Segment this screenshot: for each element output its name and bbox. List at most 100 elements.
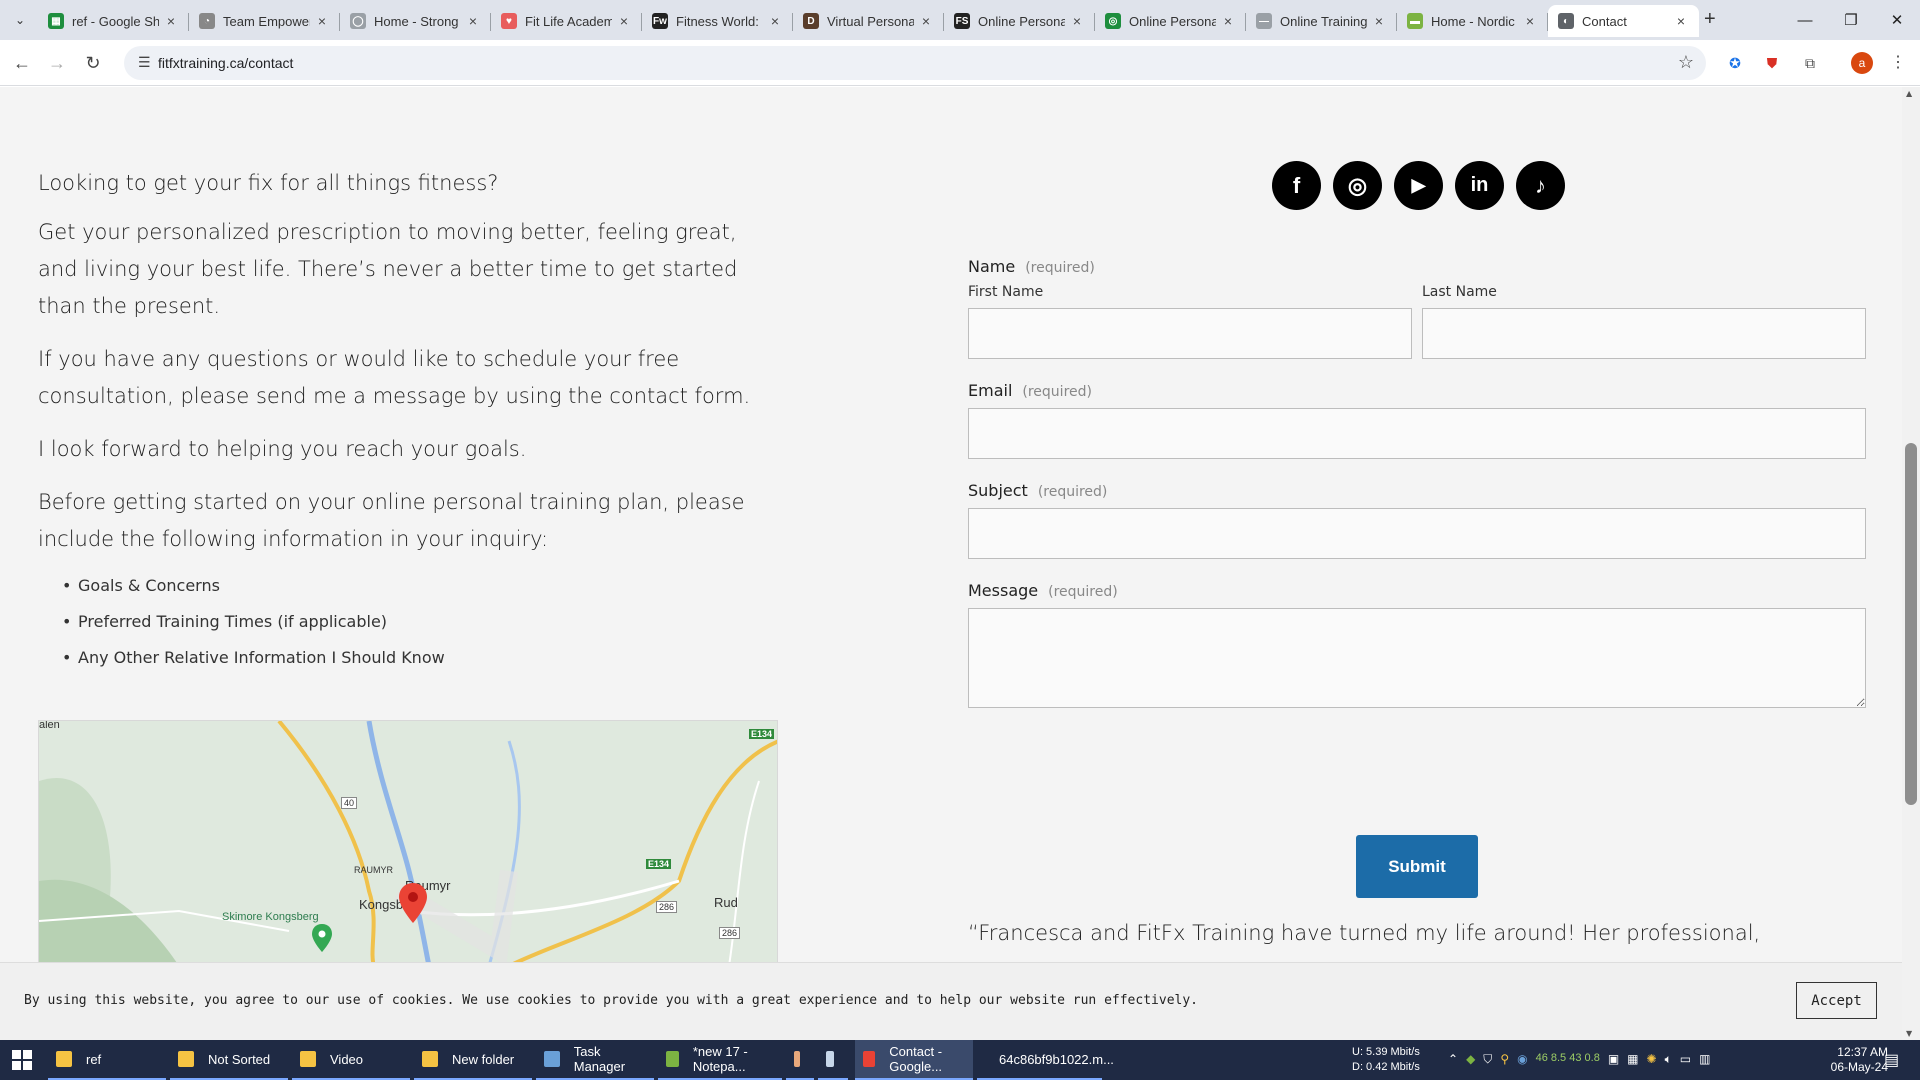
back-arrow-icon[interactable]: ← (9, 50, 35, 76)
browser-tab[interactable]: ▬ Home - Nordic × (1397, 5, 1548, 37)
tab-close-icon[interactable]: × (1673, 13, 1689, 29)
tab-close-icon[interactable]: × (1522, 13, 1538, 29)
facebook-icon[interactable]: f (1272, 161, 1321, 210)
chevron-up-icon[interactable]: ⌃ (1448, 1052, 1458, 1067)
page-scrollbar[interactable]: ▲ ▼ (1902, 87, 1920, 1040)
intro-column: Looking to get your fix for all things f… (38, 165, 778, 682)
email-label: Email (required) (968, 381, 1866, 400)
browser-tab[interactable]: — Online Training × (1246, 5, 1397, 37)
browser-toolbar: ← → ↻ ☰ fitfxtraining.ca/contact ☆ ✪ ⛊ ⧉… (0, 40, 1920, 86)
message-label-text: Message (968, 581, 1039, 600)
battery-icon[interactable]: ▭ (1680, 1052, 1691, 1067)
scroll-up-icon[interactable]: ▲ (1906, 89, 1912, 98)
map-label: Skimore Kongsberg (222, 911, 319, 923)
scroll-down-icon[interactable]: ▼ (1906, 1029, 1912, 1038)
tray-search-icon[interactable]: ⚲ (1500, 1052, 1509, 1067)
taskbar-item[interactable]: Contact - Google... (855, 1040, 973, 1080)
clock[interactable]: 12:37 AM 06-May-24 (1808, 1045, 1888, 1075)
volume-icon[interactable]: 🔈︎ (1665, 1052, 1672, 1067)
tab-close-icon[interactable]: × (465, 13, 481, 29)
tray-app-icon[interactable]: ◆ (1466, 1052, 1475, 1067)
minimize-icon[interactable]: — (1782, 0, 1828, 40)
tab-close-icon[interactable]: × (1069, 13, 1085, 29)
taskbar-item-label: 64c86bf9b1022.m... (999, 1051, 1114, 1067)
browser-menu-icon[interactable]: ⋮ (1890, 52, 1906, 72)
first-name-field[interactable] (968, 308, 1412, 359)
browser-tab[interactable]: ◐ Contact × (1548, 5, 1699, 37)
taskbar-item[interactable]: Not Sorted (170, 1040, 288, 1080)
taskbar-item[interactable]: Video (292, 1040, 410, 1080)
tray-app-icon[interactable]: ▦ (1627, 1052, 1638, 1067)
message-field[interactable] (968, 608, 1866, 708)
map-graphics (39, 721, 777, 964)
road-shield: 40 (341, 797, 358, 809)
taskbar-item[interactable]: *new 17 - Notepa... (658, 1040, 782, 1080)
tab-close-icon[interactable]: × (1371, 13, 1387, 29)
taskbar-item[interactable]: New folder (414, 1040, 532, 1080)
submit-button[interactable]: Submit (1356, 835, 1478, 898)
browser-tab[interactable]: ◯ Home - Strong × (340, 5, 491, 37)
instagram-icon[interactable]: ◎ (1333, 161, 1382, 210)
tab-close-icon[interactable]: × (767, 13, 783, 29)
address-bar[interactable]: ☰ fitfxtraining.ca/contact ☆ (124, 46, 1706, 80)
network-icon[interactable]: ▥ (1699, 1052, 1710, 1067)
paragraph-before-starting: Before getting started on your online pe… (38, 490, 745, 551)
park-pin-icon[interactable] (312, 924, 332, 952)
tab-close-icon[interactable]: × (1220, 13, 1236, 29)
profile-avatar[interactable]: a (1851, 52, 1873, 74)
url-text[interactable]: fitfxtraining.ca/contact (158, 55, 293, 71)
browser-tab[interactable]: ◎ Online Persona × (1095, 5, 1246, 37)
taskbar-item[interactable] (786, 1040, 814, 1080)
taskbar-item[interactable]: Task Manager (536, 1040, 654, 1080)
browser-tab[interactable]: ◔ Team Empower × (189, 5, 340, 37)
tab-close-icon[interactable]: × (314, 13, 330, 29)
tray-app-icon[interactable]: ◉ (1517, 1052, 1527, 1067)
notifications-icon[interactable]: ▤ (1884, 1050, 1899, 1070)
bookmark-star-icon[interactable]: ☆ (1678, 52, 1694, 73)
email-field[interactable] (968, 408, 1866, 459)
tiktok-icon[interactable]: ♪ (1516, 161, 1565, 210)
accept-cookies-button[interactable]: Accept (1796, 982, 1877, 1019)
subject-field[interactable] (968, 508, 1866, 559)
linkedin-icon[interactable]: in (1455, 161, 1504, 210)
tab-close-icon[interactable]: × (616, 13, 632, 29)
tab-close-icon[interactable]: × (918, 13, 934, 29)
last-name-field[interactable] (1422, 308, 1866, 359)
forward-arrow-icon[interactable]: → (44, 50, 70, 76)
site-info-icon[interactable]: ☰ (138, 54, 151, 71)
tab-search-chevron-icon[interactable]: ⌄ (8, 8, 32, 32)
tray-app-icon[interactable]: ⛉ (1483, 1052, 1492, 1067)
close-window-icon[interactable]: ✕ (1874, 0, 1920, 40)
tab-title: Contact (1582, 13, 1627, 29)
taskbar-item[interactable]: 64c86bf9b1022.m... (977, 1040, 1114, 1080)
browser-tab[interactable]: ♥ Fit Life Academ × (491, 5, 642, 37)
scrollbar-thumb[interactable] (1905, 443, 1917, 805)
youtube-icon[interactable]: ▶ (1394, 161, 1443, 210)
tabs-container: ▦ ref - Google Sh × ◔ Team Empower × ◯ Home - S… (38, 5, 1699, 40)
map-label: Rud (714, 895, 738, 910)
tray-app-icon[interactable]: ✺ (1647, 1052, 1657, 1067)
map-pin-icon[interactable] (399, 883, 427, 923)
extension-blue-icon[interactable]: ✪ (1724, 52, 1746, 74)
browser-tab[interactable]: FS Online Persona × (944, 5, 1095, 37)
reload-icon[interactable]: ↻ (80, 50, 106, 76)
tray-app-icon[interactable]: ▣ (1608, 1052, 1619, 1067)
taskbar-item[interactable]: ref (48, 1040, 166, 1080)
tab-title: Online Training (1280, 13, 1367, 29)
location-map[interactable]: alen RAUMYR Raumyr Kongsberg Skimore Kon… (38, 720, 778, 965)
extension-shield-icon[interactable]: ⛊ (1761, 52, 1783, 74)
browser-tab[interactable]: D Virtual Persona × (793, 5, 944, 37)
taskbar-item[interactable] (818, 1040, 848, 1080)
tab-favicon-icon: ♥ (501, 13, 517, 29)
road-shield: E134 (749, 729, 775, 739)
restore-icon[interactable]: ❐ (1828, 0, 1874, 40)
subject-group: Subject (required) (968, 481, 1866, 559)
extensions-puzzle-icon[interactable]: ⧉ (1799, 52, 1821, 74)
taskbar-app-icon (56, 1051, 72, 1067)
browser-tab[interactable]: ▦ ref - Google Sh × (38, 5, 189, 37)
browser-tab[interactable]: Fw Fitness World: × (642, 5, 793, 37)
new-tab-plus-icon[interactable]: + (1704, 8, 1716, 31)
windows-start-icon[interactable] (12, 1050, 32, 1070)
inquiry-info-list: Goals & Concerns Preferred Training Time… (62, 574, 778, 670)
tab-close-icon[interactable]: × (163, 13, 179, 29)
